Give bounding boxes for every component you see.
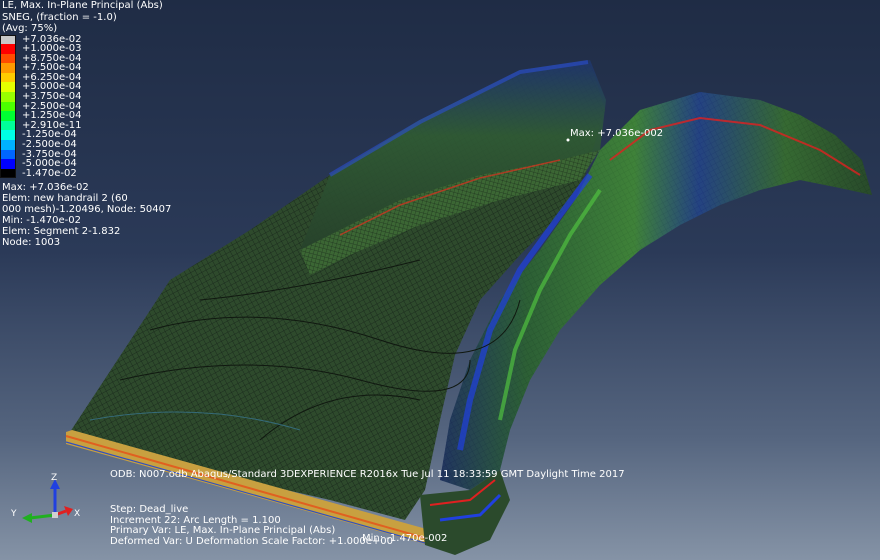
axis-triad: Z Y X (0, 465, 90, 535)
legend-swatch (0, 168, 16, 179)
legend-swatch (0, 159, 16, 169)
legend-swatch (0, 72, 16, 83)
legend-swatch (0, 140, 16, 150)
legend-entry: -1.470e-02 (0, 169, 173, 179)
step-line: Step: Dead_live (110, 504, 189, 515)
legend-max-node: 000 mesh)-1.20496, Node: 50407 (2, 204, 172, 216)
legend-swatch (0, 101, 16, 112)
axis-y-label: Y (11, 509, 17, 519)
min-value-label: Min: -1.470e-002 (362, 533, 448, 544)
legend-swatch (0, 63, 16, 73)
odb-info-line: ODB: N007.odb Abaqus/Standard 3DEXPERIEN… (110, 469, 625, 480)
legend-title-line: SNEG, (fraction = -1.0) (2, 11, 117, 23)
max-value-label: Max: +7.036e-002 (570, 128, 664, 139)
legend-swatch (0, 92, 16, 102)
axis-z-label: Z (51, 473, 58, 483)
legend-swatch (0, 111, 16, 121)
triad-icon (22, 479, 73, 523)
legend-swatch (0, 82, 16, 93)
legend-color-bar: +7.036e-02 +1.000e-03 +8.750e-04 +7.500e-04… (0, 34, 173, 179)
contour-legend: LE, Max. In-Plane Principal (Abs) SNEG, … (0, 0, 173, 248)
deformed-var-line: Deformed Var: U Deformation Scale Factor… (110, 535, 393, 547)
axis-x-label: X (74, 509, 81, 519)
legend-min-elem: Elem: Segment 2-1.832 (2, 226, 121, 238)
legend-min-node: Node: 1003 (2, 237, 61, 249)
legend-swatch (0, 34, 16, 45)
legend-min-line: Min: -1.470e-02 (2, 215, 82, 227)
legend-swatch (0, 130, 16, 141)
legend-max-elem: Elem: new handrail 2 (60 (2, 193, 128, 205)
legend-swatch (0, 53, 16, 64)
primary-var-line: Primary Var: LE, Max. In-Plane Principal… (110, 525, 336, 536)
legend-swatch (0, 149, 16, 160)
legend-swatch (0, 44, 16, 54)
legend-entry-label: -1.470e-02 (22, 167, 77, 179)
legend-swatch (0, 120, 16, 131)
legend-max-line: Max: +7.036e-02 (2, 182, 89, 194)
step-info: Step: Dead_live Increment 22: Arc Length… (110, 504, 393, 547)
legend-title-line: (Avg: 75%) (2, 23, 58, 34)
legend-info: Max: +7.036e-02 Elem: new handrail 2 (60… (0, 182, 173, 248)
legend-title-line: LE, Max. In-Plane Principal (Abs) (2, 0, 163, 11)
legend-title: LE, Max. In-Plane Principal (Abs) SNEG, … (0, 0, 173, 35)
